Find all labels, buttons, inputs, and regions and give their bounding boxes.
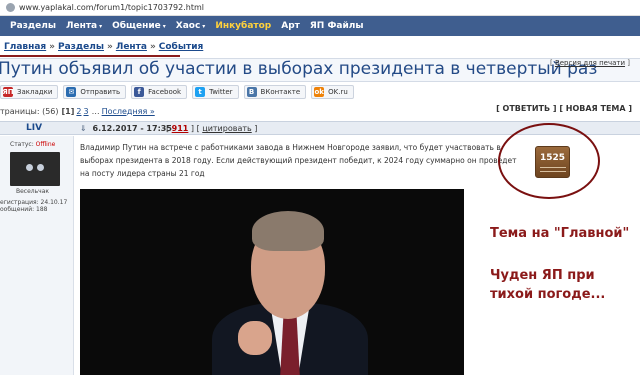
post-link-icon[interactable]: ⇓ [80, 124, 87, 133]
nav-art[interactable]: Арт [281, 21, 300, 31]
breadcrumb-events[interactable]: События [159, 42, 204, 52]
author-rank: Весельчак [16, 188, 50, 195]
breadcrumb-separator: » [49, 42, 55, 52]
share-bar: ЯП Закладки ✉ Отправить f Facebook t Twi… [0, 84, 359, 100]
quote-link[interactable]: цитировать [202, 124, 251, 133]
yap-icon: ЯП [2, 87, 14, 97]
address-bar[interactable]: www.yaplakal.com/forum1/topic1703792.htm… [0, 0, 640, 16]
avatar[interactable] [10, 152, 60, 186]
breadcrumb-separator: » [107, 42, 113, 52]
avatar-eye [26, 164, 33, 171]
breadcrumb-sections[interactable]: Разделы [58, 42, 104, 52]
last-page-link[interactable]: Последняя » [102, 107, 155, 116]
pagination-prefix: траницы: (56) [0, 106, 59, 116]
chevron-down-icon: ▾ [99, 23, 103, 30]
photo-hair [252, 211, 324, 251]
nav-lenta[interactable]: Лента ▾ [66, 21, 102, 31]
site-info-icon[interactable] [6, 3, 15, 12]
author-messages: ообщений: 188 [0, 206, 48, 213]
breadcrumb-separator: » [149, 42, 156, 52]
nav-yap-files[interactable]: ЯП Файлы [310, 21, 364, 31]
breadcrumb-home[interactable]: Главная [4, 42, 46, 52]
post-photo[interactable] [80, 189, 464, 375]
post-author[interactable]: LIV [26, 123, 42, 133]
print-version-link[interactable]: [ Версия для печати ] [550, 59, 630, 67]
breadcrumb: Главная » Разделы » Лента » События [0, 40, 203, 54]
new-topic-button[interactable]: [ НОВАЯ ТЕМА ] [559, 104, 632, 113]
photo-hand [238, 321, 272, 355]
vote-count[interactable]: 911 [172, 124, 189, 133]
post-date: ⇓ 6.12.2017 - 17:35 [80, 124, 172, 133]
facebook-button[interactable]: f Facebook [131, 85, 188, 99]
avatar-eye [37, 164, 44, 171]
send-button[interactable]: ✉ Отправить [63, 85, 127, 99]
author-registration: егистрация: 24.10.17 [0, 199, 68, 206]
post-rating-badge[interactable]: 1525 [535, 146, 570, 178]
url-text: www.yaplakal.com/forum1/topic1703792.htm… [19, 3, 204, 12]
breadcrumb-feed[interactable]: Лента [116, 42, 147, 52]
post-meta: [ 911 ] [ цитировать ] [166, 124, 258, 133]
topic-actions: [ ОТВЕТИТЬ ] [ НОВАЯ ТЕМА ] [496, 104, 632, 113]
rating-value: 1525 [539, 153, 566, 163]
chevron-down-icon: ▾ [162, 23, 166, 30]
twitter-icon: t [195, 87, 206, 97]
facebook-icon: f [134, 87, 145, 97]
annotation-line-3: тихой погоде... [490, 287, 606, 302]
rating-lines [540, 167, 566, 172]
pagination-ellipsis: … [91, 106, 100, 116]
current-page: [1] [61, 106, 75, 116]
mail-icon: ✉ [66, 87, 77, 97]
nav-inkubator[interactable]: Инкубатор [215, 21, 271, 31]
nav-razdely[interactable]: Разделы [10, 21, 56, 31]
vk-icon: B [246, 87, 257, 97]
post-body-text: Владимир Путин на встрече с работниками … [80, 143, 517, 178]
twitter-button[interactable]: t Twitter [192, 85, 239, 99]
ok-icon: ok [314, 87, 325, 97]
nav-obshchenie[interactable]: Общение ▾ [112, 21, 166, 31]
bookmarks-button[interactable]: ЯП Закладки [0, 85, 59, 99]
chevron-down-icon: ▾ [202, 23, 206, 30]
annotation-line-2: Чуден ЯП при [490, 268, 595, 283]
reply-button[interactable]: [ ОТВЕТИТЬ ] [496, 104, 556, 113]
top-navigation: Разделы Лента ▾ Общение ▾ Хаос ▾ Инкубатор … [0, 16, 640, 36]
nav-khaos[interactable]: Хаос ▾ [176, 21, 206, 31]
author-status: Статус: Offline [10, 141, 56, 148]
page-link[interactable]: 2 [76, 107, 81, 116]
red-underline-annotation [0, 55, 180, 57]
annotation-main-page: Тема на "Главной" [490, 226, 630, 241]
page-link[interactable]: 3 [83, 107, 88, 116]
page-title: Путин объявил об участии в выборах прези… [0, 59, 598, 79]
vk-button[interactable]: B ВКонтакте [243, 85, 307, 99]
ok-button[interactable]: ok OK.ru [311, 85, 354, 99]
